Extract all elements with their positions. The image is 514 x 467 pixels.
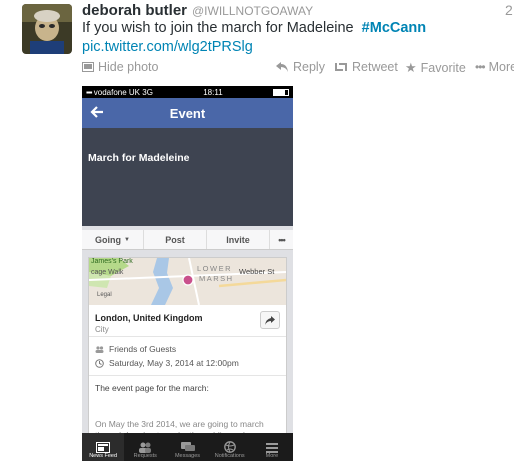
- signal-carrier: ▪▪▪ vodafone UK 3G: [86, 87, 153, 97]
- invite-button[interactable]: Invite: [207, 230, 270, 249]
- globe-icon: [223, 441, 236, 453]
- reply-action[interactable]: Reply: [276, 60, 325, 74]
- event-details-card: James's Park cage Walk LOWER MARSH Webbe…: [88, 257, 287, 461]
- location-name: London, United Kingdom: [95, 313, 203, 323]
- more-options-icon: •••: [278, 234, 286, 245]
- invite-label: Invite: [226, 234, 250, 245]
- messages-icon: [180, 442, 195, 451]
- hide-photo-label: Hide photo: [98, 60, 159, 74]
- tweet-actions: Hide photo Reply Retweet ★ Favorite ••• …: [0, 60, 514, 76]
- tab-news-feed[interactable]: News Feed: [82, 433, 125, 461]
- event-navbar: Event: [82, 98, 293, 128]
- map-label-street: Webber St: [239, 267, 275, 276]
- favorite-label: Favorite: [420, 61, 466, 75]
- event-cover: March for Madeleine: [82, 128, 293, 226]
- app-tab-bar: News Feed Requests Messages Notification…: [82, 433, 293, 461]
- favorite-action[interactable]: ★ Favorite: [405, 60, 466, 76]
- reply-label: Reply: [293, 60, 325, 74]
- attached-photo[interactable]: ▪▪▪ vodafone UK 3G 18:11 Event March for…: [82, 86, 293, 461]
- map-legal-label: Legal: [97, 292, 112, 298]
- more-dots-icon: •••: [475, 60, 486, 74]
- map-label-park: James's Park: [91, 258, 133, 265]
- nav-title: Event: [169, 105, 206, 121]
- event-meta: Friends of Guests Saturday, May 3, 2014 …: [89, 337, 286, 376]
- more-label: More: [488, 60, 514, 74]
- event-action-bar: Going ▼ Post Invite •••: [82, 230, 293, 250]
- tab-news-feed-label: News Feed: [89, 453, 118, 459]
- people-icon: [95, 345, 104, 353]
- retweet-action[interactable]: Retweet: [334, 60, 398, 74]
- requests-icon: [139, 442, 152, 453]
- more-action[interactable]: ••• More: [475, 60, 514, 74]
- reply-icon: [276, 62, 288, 72]
- hashtag-link[interactable]: #McCann: [362, 20, 426, 36]
- tab-notifications[interactable]: Notifications: [209, 433, 251, 461]
- clock-icon: [95, 358, 104, 368]
- tab-more[interactable]: More: [251, 433, 293, 461]
- location-type: City: [95, 325, 109, 334]
- event-date: Saturday, May 3, 2014 at 12:00pm: [109, 358, 239, 368]
- tab-notifications-label: Notifications: [214, 453, 245, 459]
- tab-requests[interactable]: Requests: [124, 433, 166, 461]
- share-arrow-icon: [265, 315, 275, 325]
- back-arrow-icon[interactable]: [90, 105, 104, 119]
- event-title: March for Madeleine: [88, 152, 190, 164]
- network-type: 3G: [142, 87, 153, 97]
- avatar[interactable]: [22, 4, 72, 54]
- tweet-body: If you wish to join the march for Madele…: [82, 20, 354, 36]
- tweet: deborah butler @IWILLNOTGOAWAY 2 If you …: [0, 0, 514, 467]
- map-label-walk: cage Walk: [91, 269, 124, 276]
- going-label: Going: [95, 234, 122, 245]
- tab-messages[interactable]: Messages: [166, 433, 208, 461]
- battery-icon: [272, 88, 289, 96]
- tab-requests-label: Requests: [133, 453, 157, 459]
- phone-status-bar: ▪▪▪ vodafone UK 3G 18:11: [82, 86, 293, 98]
- tweet-time[interactable]: 2: [505, 2, 513, 18]
- description-first-line: The event page for the march:: [95, 383, 209, 393]
- star-icon: ★: [405, 60, 417, 75]
- status-clock: 18:11: [203, 87, 223, 97]
- menu-icon: [265, 443, 278, 453]
- date-row: Saturday, May 3, 2014 at 12:00pm: [95, 356, 280, 370]
- tab-messages-label: Messages: [174, 453, 201, 459]
- photo-link[interactable]: pic.twitter.com/wlg2tPRSlg: [82, 39, 253, 55]
- map-label-area1: LOWER: [197, 264, 233, 273]
- location-row[interactable]: London, United Kingdom City: [89, 305, 286, 337]
- news-feed-icon: [96, 442, 111, 453]
- photo-icon: [82, 62, 94, 72]
- tweet-text: If you wish to join the march for Madele…: [82, 20, 426, 36]
- guests-row: Friends of Guests: [95, 342, 280, 356]
- location-map[interactable]: James's Park cage Walk LOWER MARSH Webbe…: [89, 258, 286, 305]
- post-button[interactable]: Post: [144, 230, 207, 249]
- map-label-area2: MARSH: [199, 274, 234, 283]
- guests-label: Friends of Guests: [109, 344, 177, 354]
- retweet-icon: [335, 63, 347, 71]
- caret-down-icon: ▼: [124, 236, 130, 243]
- post-label: Post: [165, 234, 185, 245]
- tab-more-label: More: [265, 453, 279, 459]
- retweet-label: Retweet: [352, 60, 398, 74]
- author-handle[interactable]: @IWILLNOTGOAWAY: [192, 4, 313, 18]
- share-button[interactable]: [260, 311, 280, 329]
- going-button[interactable]: Going ▼: [82, 230, 144, 249]
- carrier-name: vodafone UK: [93, 87, 141, 97]
- author-name[interactable]: deborah butler: [82, 2, 187, 19]
- hide-photo-action[interactable]: Hide photo: [82, 60, 158, 74]
- more-options-button[interactable]: •••: [270, 230, 293, 249]
